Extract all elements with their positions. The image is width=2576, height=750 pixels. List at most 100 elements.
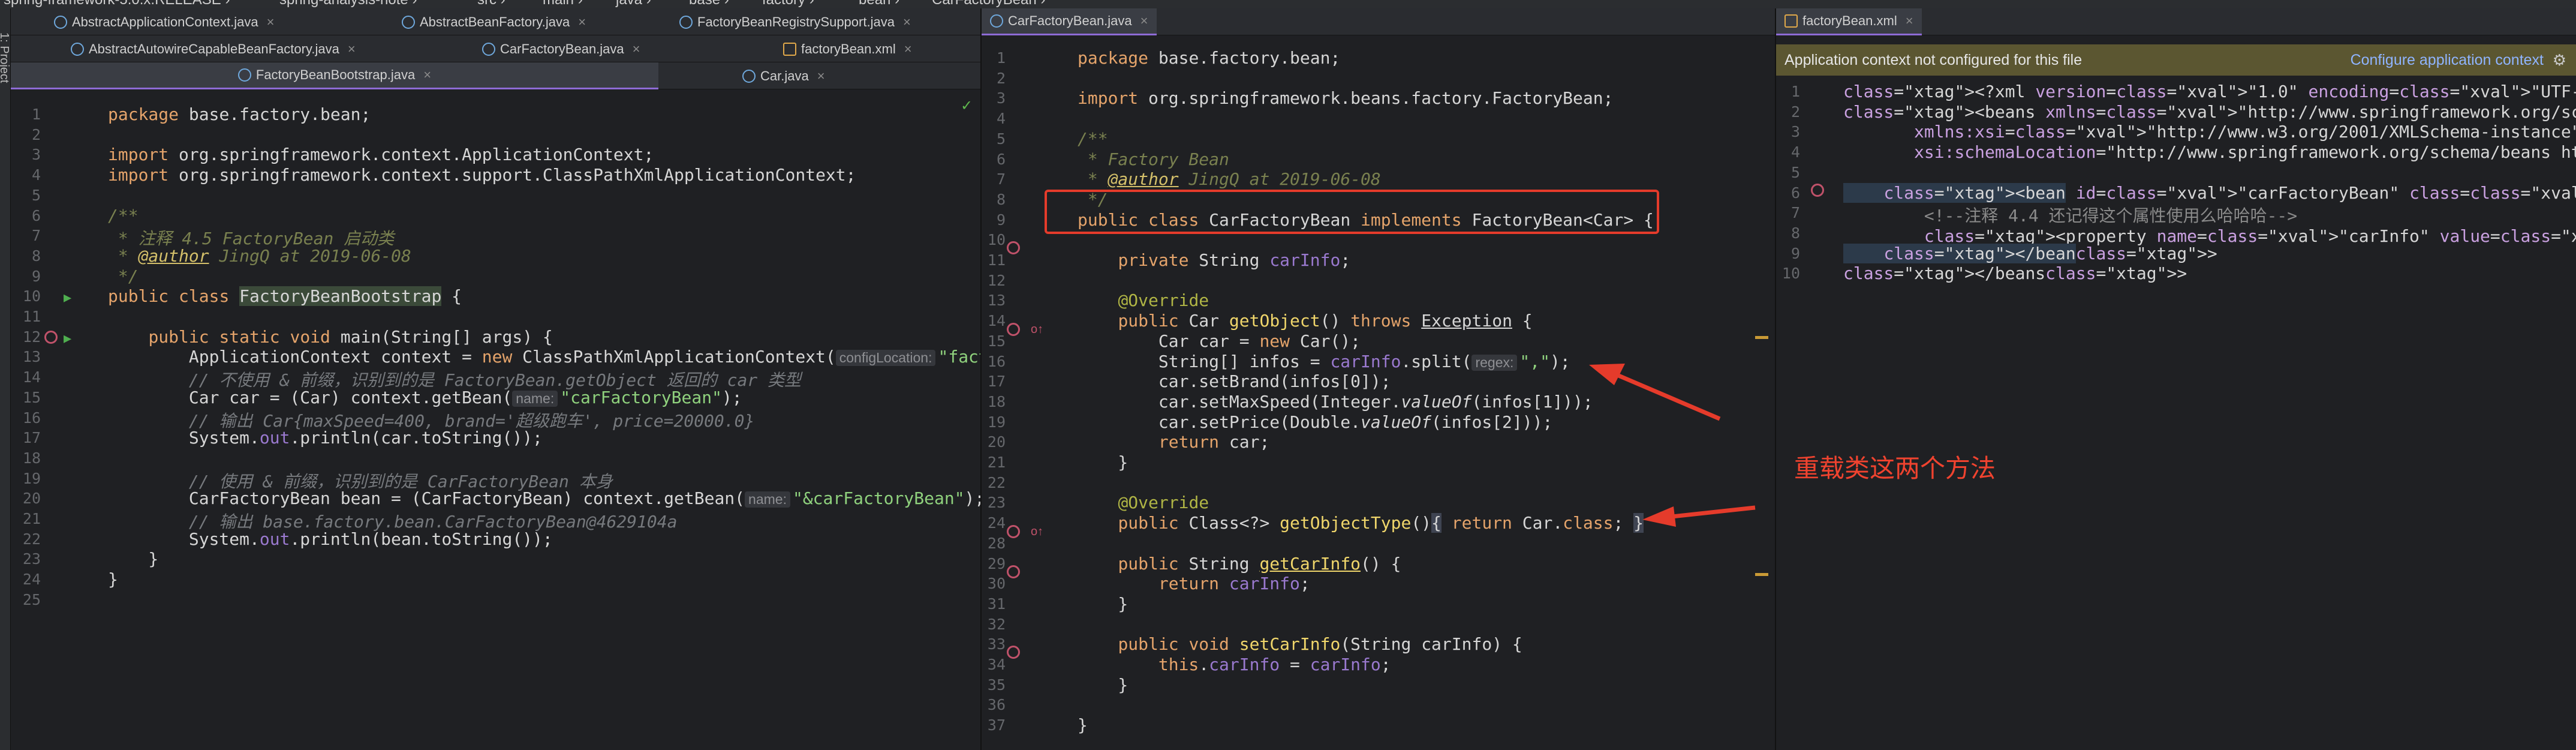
code-line[interactable]: public class FactoryBeanBootstrap { xyxy=(108,286,462,307)
code-line[interactable]: class="xtag"></beanclass="xtag">> xyxy=(1843,243,2217,263)
tab-factory-bean-registry-support[interactable]: FactoryBeanRegistrySupport.java × xyxy=(679,8,911,35)
code-line[interactable]: class="xtag"></beansclass="xtag">> xyxy=(1843,263,2187,283)
bean-marker-icon[interactable] xyxy=(1811,184,1824,197)
code-line[interactable]: ApplicationContext context = new ClassPa… xyxy=(108,347,980,367)
run-icon[interactable]: ▶ xyxy=(64,290,71,305)
code-line[interactable]: return car; xyxy=(1078,432,1269,452)
close-icon[interactable]: × xyxy=(1906,13,1913,29)
close-icon[interactable]: × xyxy=(423,67,431,83)
breadcrumb-item[interactable]: java › xyxy=(616,0,651,8)
line-gutter[interactable]: 1 2 3 4 5 6 7 8 9 10 xyxy=(1776,76,1842,750)
code-line[interactable]: xmlns:xsi=class="xval">"http://www.w3.or… xyxy=(1843,122,2576,142)
project-tool-strip[interactable]: 1: Project xyxy=(0,8,11,750)
getter-marker-icon[interactable] xyxy=(1007,565,1020,578)
line-number: 3 xyxy=(31,146,41,164)
code-line[interactable]: Car car = (Car) context.getBean(name: "ca… xyxy=(108,388,742,407)
code-line[interactable]: CarFactoryBean bean = (CarFactoryBean) c… xyxy=(108,488,980,508)
code-line[interactable]: } xyxy=(1078,594,1128,614)
code-line[interactable]: class="xtag"><?xml version=class="xval">… xyxy=(1843,82,2576,101)
override-o-icon[interactable]: o↑ xyxy=(1031,323,1043,337)
code-line[interactable]: car.setMaxSpeed(Integer.valueOf(infos[1]… xyxy=(1078,392,1593,412)
close-icon[interactable]: × xyxy=(578,14,586,30)
code-line[interactable]: class="xtag"><beans xmlns=class="xval">"… xyxy=(1843,102,2576,122)
close-icon[interactable]: × xyxy=(267,14,275,30)
line-gutter[interactable]: 1 2 3 4 5 6 7 8 9 10 11 12 13 14 15 16 17 18 19 20 21 22 23 24 2… xyxy=(982,36,1072,750)
code-editor-left[interactable]: 1 2 3 4 5 6 7 8 9 10 11 12 13 14 15 16 17 18 19 20 21 22 23 24 2… xyxy=(11,90,980,750)
implements-marker-icon[interactable] xyxy=(1007,525,1020,538)
code-line[interactable]: return carInfo; xyxy=(1078,574,1310,593)
code-line[interactable]: public static void main(String[] args) { xyxy=(108,327,552,347)
code-line[interactable]: } xyxy=(108,569,118,589)
code-line[interactable]: * Factory Bean xyxy=(1078,149,1229,169)
code-line[interactable]: public Car getObject() throws Exception … xyxy=(1078,311,1532,331)
code-line[interactable]: System.out.println(bean.toString()); xyxy=(108,529,553,549)
setter-marker-icon[interactable] xyxy=(1007,646,1020,659)
code-line[interactable]: class="xtag"><bean id=class="xval">"carF… xyxy=(1843,182,2576,203)
tab-abstract-bean-factory[interactable]: AbstractBeanFactory.java × xyxy=(402,8,586,35)
line-gutter[interactable]: 1 2 3 4 5 6 7 8 9 10 11 12 13 14 15 16 17 18 19 20 21 22 23 24 2… xyxy=(11,90,107,750)
warning-marker[interactable] xyxy=(1755,573,1768,576)
tab-car-java[interactable]: Car.java × xyxy=(742,62,825,89)
code-line[interactable]: */ xyxy=(108,266,139,286)
gear-icon[interactable]: ⚙ xyxy=(2553,51,2566,70)
tab-factory-bean-xml-main[interactable]: factoryBean.xml × xyxy=(1776,8,1922,35)
code-line[interactable]: * @author JingQ at 2019-06-08 xyxy=(108,246,411,266)
breadcrumb-item[interactable]: spring-analysis-note › xyxy=(279,0,417,8)
project-tool-label[interactable]: 1: Project xyxy=(0,32,11,104)
code-line[interactable]: this.carInfo = carInfo; xyxy=(1078,655,1391,674)
code-line[interactable]: @Override xyxy=(1078,493,1209,512)
xml-file-icon xyxy=(1784,14,1798,28)
code-line[interactable]: /** xyxy=(108,206,139,226)
close-icon[interactable]: × xyxy=(904,41,912,57)
close-icon[interactable]: × xyxy=(348,41,356,57)
line-number: 23 xyxy=(987,494,1006,512)
code-line[interactable]: package base.factory.bean; xyxy=(1078,48,1340,68)
code-line[interactable]: public Class<?> getObjectType(){ return … xyxy=(1078,513,1644,533)
code-line[interactable]: } xyxy=(1078,452,1128,472)
close-icon[interactable]: × xyxy=(633,41,640,57)
override-marker-icon[interactable] xyxy=(44,331,58,344)
tab-abstract-autowire-capable-bean-factory[interactable]: AbstractAutowireCapableBeanFactory.java × xyxy=(71,35,356,62)
code-line[interactable]: } xyxy=(1078,715,1088,735)
code-line[interactable]: xsi:schemaLocation="http://www.springfra… xyxy=(1843,142,2576,162)
code-line[interactable]: car.setBrand(infos[0]); xyxy=(1078,371,1391,391)
breadcrumb-item[interactable]: CarFactoryBean › xyxy=(932,0,1045,8)
override-o-icon[interactable]: o↑ xyxy=(1031,525,1043,539)
breadcrumb-item[interactable]: base › xyxy=(689,0,729,8)
code-line[interactable]: Car car = new Car(); xyxy=(1078,331,1361,351)
implements-marker-icon[interactable] xyxy=(1007,323,1020,336)
tab-car-factory-bean[interactable]: CarFactoryBean.java × xyxy=(482,35,640,62)
code-line[interactable]: /** xyxy=(1078,129,1108,149)
close-icon[interactable]: × xyxy=(903,14,911,30)
breadcrumb-item[interactable]: spring-framework-5.0.x.RELEASE › xyxy=(4,0,230,8)
tab-car-factory-bean-main[interactable]: CarFactoryBean.java × xyxy=(982,8,1157,35)
run-icon[interactable]: ▶ xyxy=(64,331,71,346)
code-line[interactable]: } xyxy=(108,549,158,569)
code-line[interactable]: import org.springframework.context.suppo… xyxy=(108,165,856,185)
breadcrumb-item[interactable]: main › xyxy=(543,0,583,8)
breadcrumb-item[interactable]: bean › xyxy=(859,0,899,8)
code-line[interactable]: * @author JingQ at 2019-06-08 xyxy=(1078,169,1381,189)
code-line[interactable]: package base.factory.bean; xyxy=(108,104,371,124)
code-line[interactable]: import org.springframework.context.Appli… xyxy=(108,145,654,164)
breadcrumb-item[interactable]: factory › xyxy=(762,0,814,8)
close-icon[interactable]: × xyxy=(1140,13,1148,29)
warning-marker[interactable] xyxy=(1755,336,1768,339)
code-line[interactable]: public void setCarInfo(String carInfo) { xyxy=(1078,634,1522,654)
close-icon[interactable]: × xyxy=(817,68,825,84)
breadcrumb-item[interactable]: src › xyxy=(477,0,505,8)
code-line[interactable]: } xyxy=(1078,675,1128,695)
tab-abstract-application-context[interactable]: AbstractApplicationContext.java × xyxy=(54,8,274,35)
code-line[interactable]: private String carInfo; xyxy=(1078,250,1350,270)
code-line[interactable]: String[] infos = carInfo.split(regex: ","… xyxy=(1078,352,1570,371)
configure-context-link[interactable]: Configure application context xyxy=(2351,52,2544,69)
code-line[interactable]: car.setPrice(Double.valueOf(infos[2])); xyxy=(1078,412,1552,432)
code-line[interactable]: import org.springframework.beans.factory… xyxy=(1078,88,1613,108)
tab-factory-bean-xml[interactable]: factoryBean.xml × xyxy=(783,35,912,62)
tab-factory-bean-bootstrap[interactable]: FactoryBeanBootstrap.java × xyxy=(11,62,658,89)
implements-marker-icon[interactable] xyxy=(1007,241,1020,254)
code-editor-right[interactable]: 1 2 3 4 5 6 7 8 9 10 class="xtag"><?xml version=cl… xyxy=(1776,76,2576,750)
code-line[interactable]: public String getCarInfo() { xyxy=(1078,554,1401,574)
code-line[interactable]: System.out.println(car.toString()); xyxy=(108,428,543,448)
code-line[interactable]: @Override xyxy=(1078,290,1209,310)
